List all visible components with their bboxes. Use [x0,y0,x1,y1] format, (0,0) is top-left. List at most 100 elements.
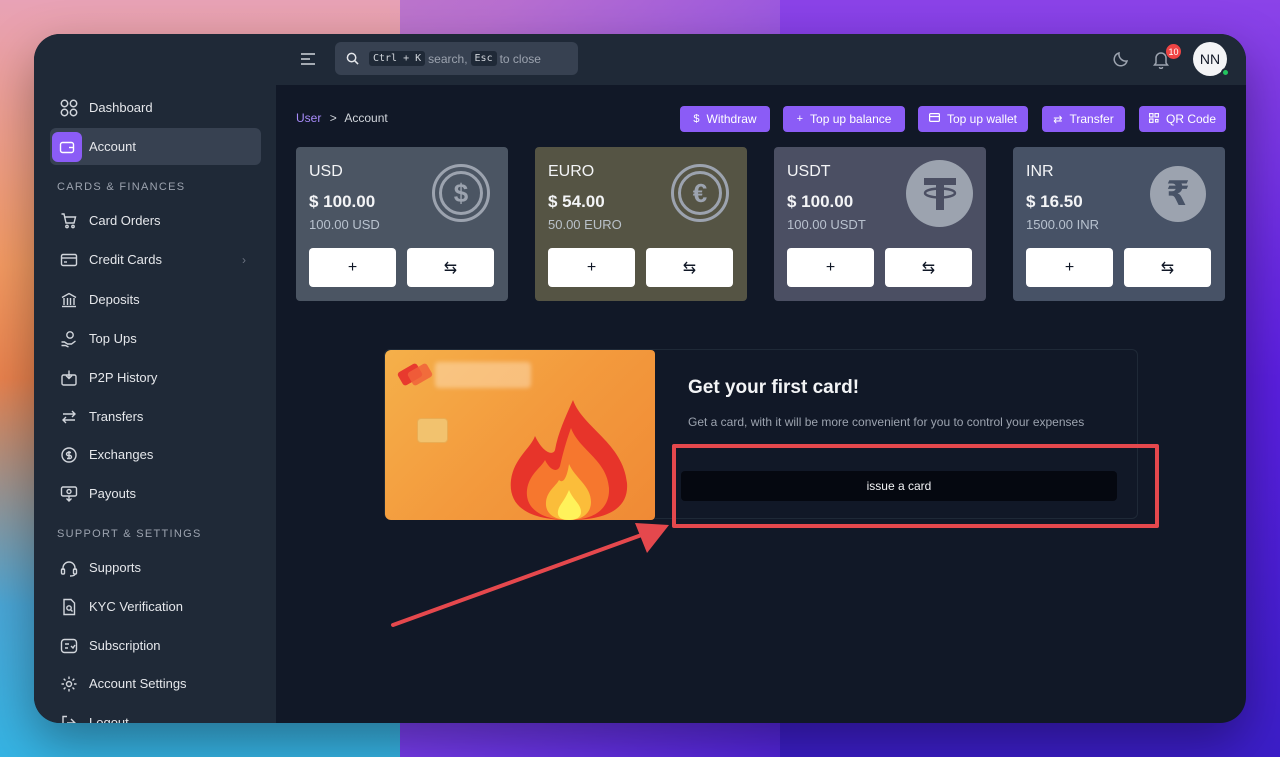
promo-title: Get your first card! [688,377,860,398]
subscription-icon [58,635,80,657]
sidebar-item-dashboard[interactable]: Dashboard [50,89,261,126]
sidebar-item-payouts[interactable]: Payouts [50,475,261,512]
sidebar-item-label: Exchanges [89,447,154,462]
add-funds-button[interactable]: + [787,248,874,287]
button-label: Withdraw [706,112,757,126]
breadcrumb: User > Account [296,111,388,125]
tether-coin-icon [906,160,973,227]
search-hint: to close [499,51,541,66]
gear-icon [58,673,80,695]
exchange-button[interactable]: ⇆ [646,248,733,287]
currency-name: EURO [548,163,595,180]
online-status-dot [1221,68,1230,77]
add-funds-button[interactable]: + [548,248,635,287]
exchange-button[interactable]: ⇆ [407,248,494,287]
button-label: QR Code [1165,112,1217,126]
top-up-balance-button[interactable]: + Top up balance [783,106,905,132]
card-illustration [385,350,655,520]
shortcut-key: Esc [470,51,497,66]
sidebar-item-label: Subscription [89,638,161,653]
breadcrumb-link-user[interactable]: User [296,111,321,125]
sidebar-item-supports[interactable]: Supports [50,549,261,586]
qr-code-button[interactable]: QR Code [1139,106,1226,132]
wallet-icon [52,131,82,162]
currency-name: INR [1026,163,1054,180]
sidebar-item-account[interactable]: Account [50,128,261,165]
currency-card-inr: INR $ 16.50 1500.00 INR ₹ + ⇆ [1013,147,1225,301]
sidebar: Dashboard Account CARDS & FINANCES Card … [34,34,276,723]
section-title-finances: CARDS & FINANCES [57,181,186,193]
section-title-support: SUPPORT & SETTINGS [57,528,202,540]
currency-balance: 100.00 USDT [787,217,866,232]
bank-icon [58,289,80,311]
sidebar-item-account-settings[interactable]: Account Settings [50,665,261,702]
search-hint: search, [428,51,468,66]
search-input[interactable]: Ctrl + K search, Esc to close [335,42,578,75]
top-up-wallet-button[interactable]: Top up wallet [918,106,1028,132]
sidebar-item-p2p-history[interactable]: P2P History [50,359,261,396]
sidebar-item-label: Payouts [89,486,136,501]
arrows-left-right-icon [58,406,80,428]
menu-toggle-icon[interactable] [298,49,318,69]
button-label: Top up balance [810,112,892,126]
search-icon [346,52,359,65]
annotation-arrow-icon [391,523,669,627]
headset-icon [58,557,80,579]
logout-icon [58,712,80,723]
id-doc-icon [58,596,80,618]
currency-name: USDT [787,163,831,180]
download-box-icon [58,367,80,389]
button-label: Top up wallet [946,112,1018,126]
breadcrumb-separator: > [329,111,337,125]
sidebar-item-label: Top Ups [89,331,137,346]
hand-coins-icon [58,328,80,350]
currency-amount: $ 100.00 [787,192,854,211]
currency-name: USD [309,163,343,180]
sidebar-item-label: Credit Cards [89,252,162,267]
sidebar-item-label: Logout [89,715,129,723]
currency-card-usdt: USDT $ 100.00 100.00 USDT + ⇆ [774,147,986,301]
blurred-card-number [435,362,531,388]
plus-icon: + [796,113,804,125]
exchange-button[interactable]: ⇆ [885,248,972,287]
currency-card-euro: EURO $ 54.00 50.00 EURO € + ⇆ [535,147,747,301]
add-funds-button[interactable]: + [1026,248,1113,287]
sidebar-item-label: Dashboard [89,100,153,115]
notification-badge: 10 [1166,44,1181,59]
currency-card-usd: USD $ 100.00 100.00 USD $ + ⇆ [296,147,508,301]
euro-coin-icon: € [671,164,729,222]
shortcut-key: Ctrl + K [369,51,426,66]
credit-card-icon [58,249,80,271]
exchange-button[interactable]: ⇆ [1124,248,1211,287]
sidebar-item-exchanges[interactable]: Exchanges [50,436,261,473]
sidebar-item-deposits[interactable]: Deposits [50,281,261,318]
sidebar-item-top-ups[interactable]: Top Ups [50,320,261,357]
sidebar-item-transfers[interactable]: Transfers [50,398,261,435]
add-funds-button[interactable]: + [309,248,396,287]
currency-amount: $ 16.50 [1026,192,1083,211]
currency-exchange-icon [58,444,80,466]
promo-description: Get a card, with it will be more conveni… [688,415,1085,429]
cash-payout-icon [58,483,80,505]
sidebar-item-label: Account [89,139,136,154]
card-icon [928,113,940,125]
qr-icon [1149,112,1159,126]
withdraw-button[interactable]: $ Withdraw [680,106,770,132]
moon-icon[interactable] [1112,50,1130,73]
sidebar-item-label: Account Settings [89,676,187,691]
topbar: Ctrl + K search, Esc to close 10 NN [276,34,1246,85]
flame-icon [510,400,628,520]
sidebar-item-logout[interactable]: Logout [50,704,261,723]
sidebar-item-kyc-verification[interactable]: KYC Verification [50,588,261,625]
rupee-coin-icon: ₹ [1150,166,1206,222]
card-chip-icon [417,418,448,443]
highlight-box [672,444,1159,528]
currency-balance: 100.00 USD [309,217,380,232]
sidebar-item-credit-cards[interactable]: Credit Cards › [50,241,261,278]
sidebar-item-card-orders[interactable]: Card Orders [50,202,261,239]
sidebar-item-subscription[interactable]: Subscription [50,627,261,664]
chevron-right-icon: › [242,252,246,267]
transfer-button[interactable]: ⇄ Transfer [1042,106,1125,132]
sidebar-item-label: Card Orders [89,213,161,228]
dollar-icon: $ [693,113,700,125]
